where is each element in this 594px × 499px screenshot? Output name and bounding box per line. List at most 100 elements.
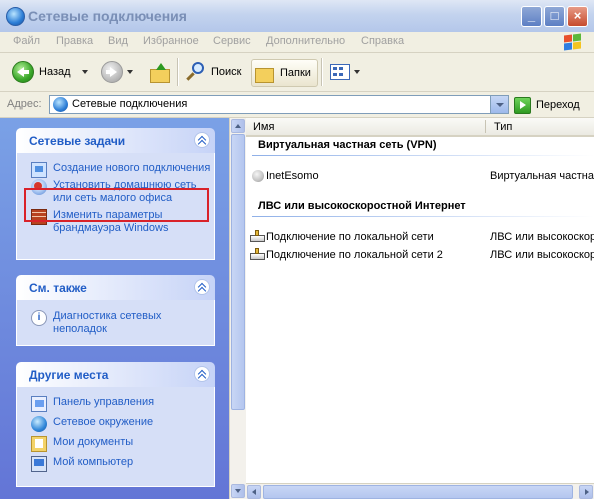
maximize-button[interactable]: □ <box>544 6 565 27</box>
connection-type: ЛВС или высокоскоростной Интернет <box>490 249 594 261</box>
group-divider <box>252 155 594 156</box>
lan-connection-icon <box>250 248 265 260</box>
list-horizontal-scrollbar[interactable] <box>246 483 594 499</box>
minimize-button[interactable]: _ <box>521 6 542 27</box>
collapse-icon[interactable] <box>194 279 210 295</box>
list-item[interactable]: InetEsomo Виртуальная частная сеть <box>246 169 594 185</box>
place-my-documents[interactable]: Мои документы <box>17 436 214 452</box>
toolbar: Назад Поиск Папки <box>0 53 594 92</box>
group-divider <box>252 216 594 217</box>
see-also-panel: См. также i Диагностика сетевых неполадо… <box>16 275 215 346</box>
search-icon <box>186 62 206 82</box>
control-panel-icon <box>31 396 47 412</box>
folders-button[interactable]: Папки <box>251 59 318 87</box>
new-connection-icon <box>31 162 47 178</box>
network-tasks-header[interactable]: Сетевые задачи <box>16 128 215 153</box>
menu-help[interactable]: Справка <box>361 35 404 47</box>
task-diagnostics-label: Диагностика сетевых неполадок <box>53 310 162 335</box>
list-item[interactable]: Подключение по локальной сети ЛВС или вы… <box>246 230 594 246</box>
address-field[interactable]: Сетевые подключения <box>49 95 509 114</box>
task-new-connection-label: Создание нового подключения <box>53 162 211 174</box>
views-button[interactable] <box>330 59 360 85</box>
up-folder-button[interactable] <box>150 59 170 85</box>
see-also-header[interactable]: См. также <box>16 275 215 300</box>
menu-tools[interactable]: Сервис <box>213 35 251 47</box>
connection-name: Подключение по локальной сети 2 <box>266 249 443 261</box>
menu-view[interactable]: Вид <box>108 35 128 47</box>
toolbar-separator <box>177 58 179 86</box>
connection-type: Виртуальная частная сеть <box>490 170 594 182</box>
group-title-vpn: Виртуальная частная сеть (VPN) <box>258 139 437 151</box>
forward-button[interactable] <box>101 59 133 85</box>
window-title: Сетевые подключения <box>28 8 187 24</box>
address-dropdown-button[interactable] <box>490 96 508 113</box>
windows-logo-icon <box>563 33 583 51</box>
task-pane: Сетевые задачи Создание нового подключен… <box>0 118 229 499</box>
menu-favorites[interactable]: Избранное <box>143 35 199 47</box>
see-also-title: См. также <box>29 281 87 295</box>
scroll-thumb[interactable] <box>263 485 573 499</box>
task-diagnostics[interactable]: i Диагностика сетевых неполадок <box>17 310 214 336</box>
group-title-lan: ЛВС или высокоскоростной Интернет <box>258 200 466 212</box>
back-button[interactable]: Назад <box>12 59 71 85</box>
other-places-panel: Другие места Панель управления Сетевое о… <box>16 362 215 487</box>
connections-list: Имя Тип Виртуальная частная сеть (VPN) I… <box>246 118 594 499</box>
views-icon <box>330 64 350 80</box>
address-bar: Адрес: Сетевые подключения Переход <box>0 92 594 118</box>
explorer-window: Сетевые подключения _ □ × Файл Правка Ви… <box>0 0 594 499</box>
network-neighborhood-icon <box>31 416 47 432</box>
go-button[interactable]: Переход <box>514 95 580 115</box>
network-connections-icon <box>6 7 25 26</box>
other-places-title: Другие места <box>29 368 109 382</box>
place-control-panel-label: Панель управления <box>53 396 155 408</box>
my-computer-icon <box>31 456 47 472</box>
folders-label: Папки <box>280 67 311 79</box>
task-new-connection[interactable]: Создание нового подключения <box>17 162 214 178</box>
scroll-left-button[interactable] <box>247 485 261 499</box>
menu-advanced[interactable]: Дополнительно <box>266 35 345 47</box>
close-button[interactable]: × <box>567 6 588 27</box>
place-my-computer-label: Мой компьютер <box>53 456 134 468</box>
title-bar[interactable]: Сетевые подключения _ □ × <box>0 0 594 33</box>
chevron-down-icon <box>127 70 133 74</box>
place-control-panel[interactable]: Панель управления <box>17 396 214 412</box>
menu-edit[interactable]: Правка <box>56 35 93 47</box>
forward-arrow-icon <box>101 61 123 83</box>
collapse-icon[interactable] <box>194 132 210 148</box>
folders-icon <box>255 65 275 83</box>
connection-name: InetEsomo <box>266 170 319 182</box>
column-name-header[interactable]: Имя <box>253 121 274 133</box>
column-type-header[interactable]: Тип <box>494 121 512 133</box>
scroll-down-button[interactable] <box>231 484 245 498</box>
back-dropdown[interactable] <box>78 59 88 85</box>
my-documents-icon <box>31 436 47 452</box>
back-label: Назад <box>39 66 71 78</box>
list-item[interactable]: Подключение по локальной сети 2 ЛВС или … <box>246 248 594 264</box>
scroll-right-button[interactable] <box>579 485 593 499</box>
task-pane-scrollbar[interactable] <box>229 118 246 499</box>
place-network-neighborhood[interactable]: Сетевое окружение <box>17 416 214 432</box>
column-header: Имя Тип <box>246 118 594 137</box>
lan-connection-icon <box>250 230 265 242</box>
column-divider[interactable] <box>485 120 486 133</box>
highlight-box <box>24 188 209 222</box>
connection-type: ЛВС или высокоскоростной Интернет <box>490 231 594 243</box>
back-arrow-icon <box>12 61 34 83</box>
info-icon: i <box>31 310 47 326</box>
network-connections-icon <box>53 97 68 112</box>
search-button[interactable]: Поиск <box>186 59 241 85</box>
chevron-down-icon <box>82 70 88 74</box>
go-label: Переход <box>536 99 580 111</box>
go-arrow-icon <box>514 96 531 114</box>
collapse-icon[interactable] <box>194 366 210 382</box>
vpn-connection-icon <box>252 170 264 182</box>
menu-bar: Файл Правка Вид Избранное Сервис Дополни… <box>0 32 594 53</box>
scroll-up-button[interactable] <box>231 119 245 133</box>
folder-up-icon <box>150 63 170 83</box>
menu-file[interactable]: Файл <box>13 35 40 47</box>
scroll-thumb[interactable] <box>231 134 245 410</box>
other-places-header[interactable]: Другие места <box>16 362 215 387</box>
address-value: Сетевые подключения <box>72 98 188 110</box>
place-my-computer[interactable]: Мой компьютер <box>17 456 214 472</box>
see-also-body: i Диагностика сетевых неполадок <box>16 300 215 346</box>
